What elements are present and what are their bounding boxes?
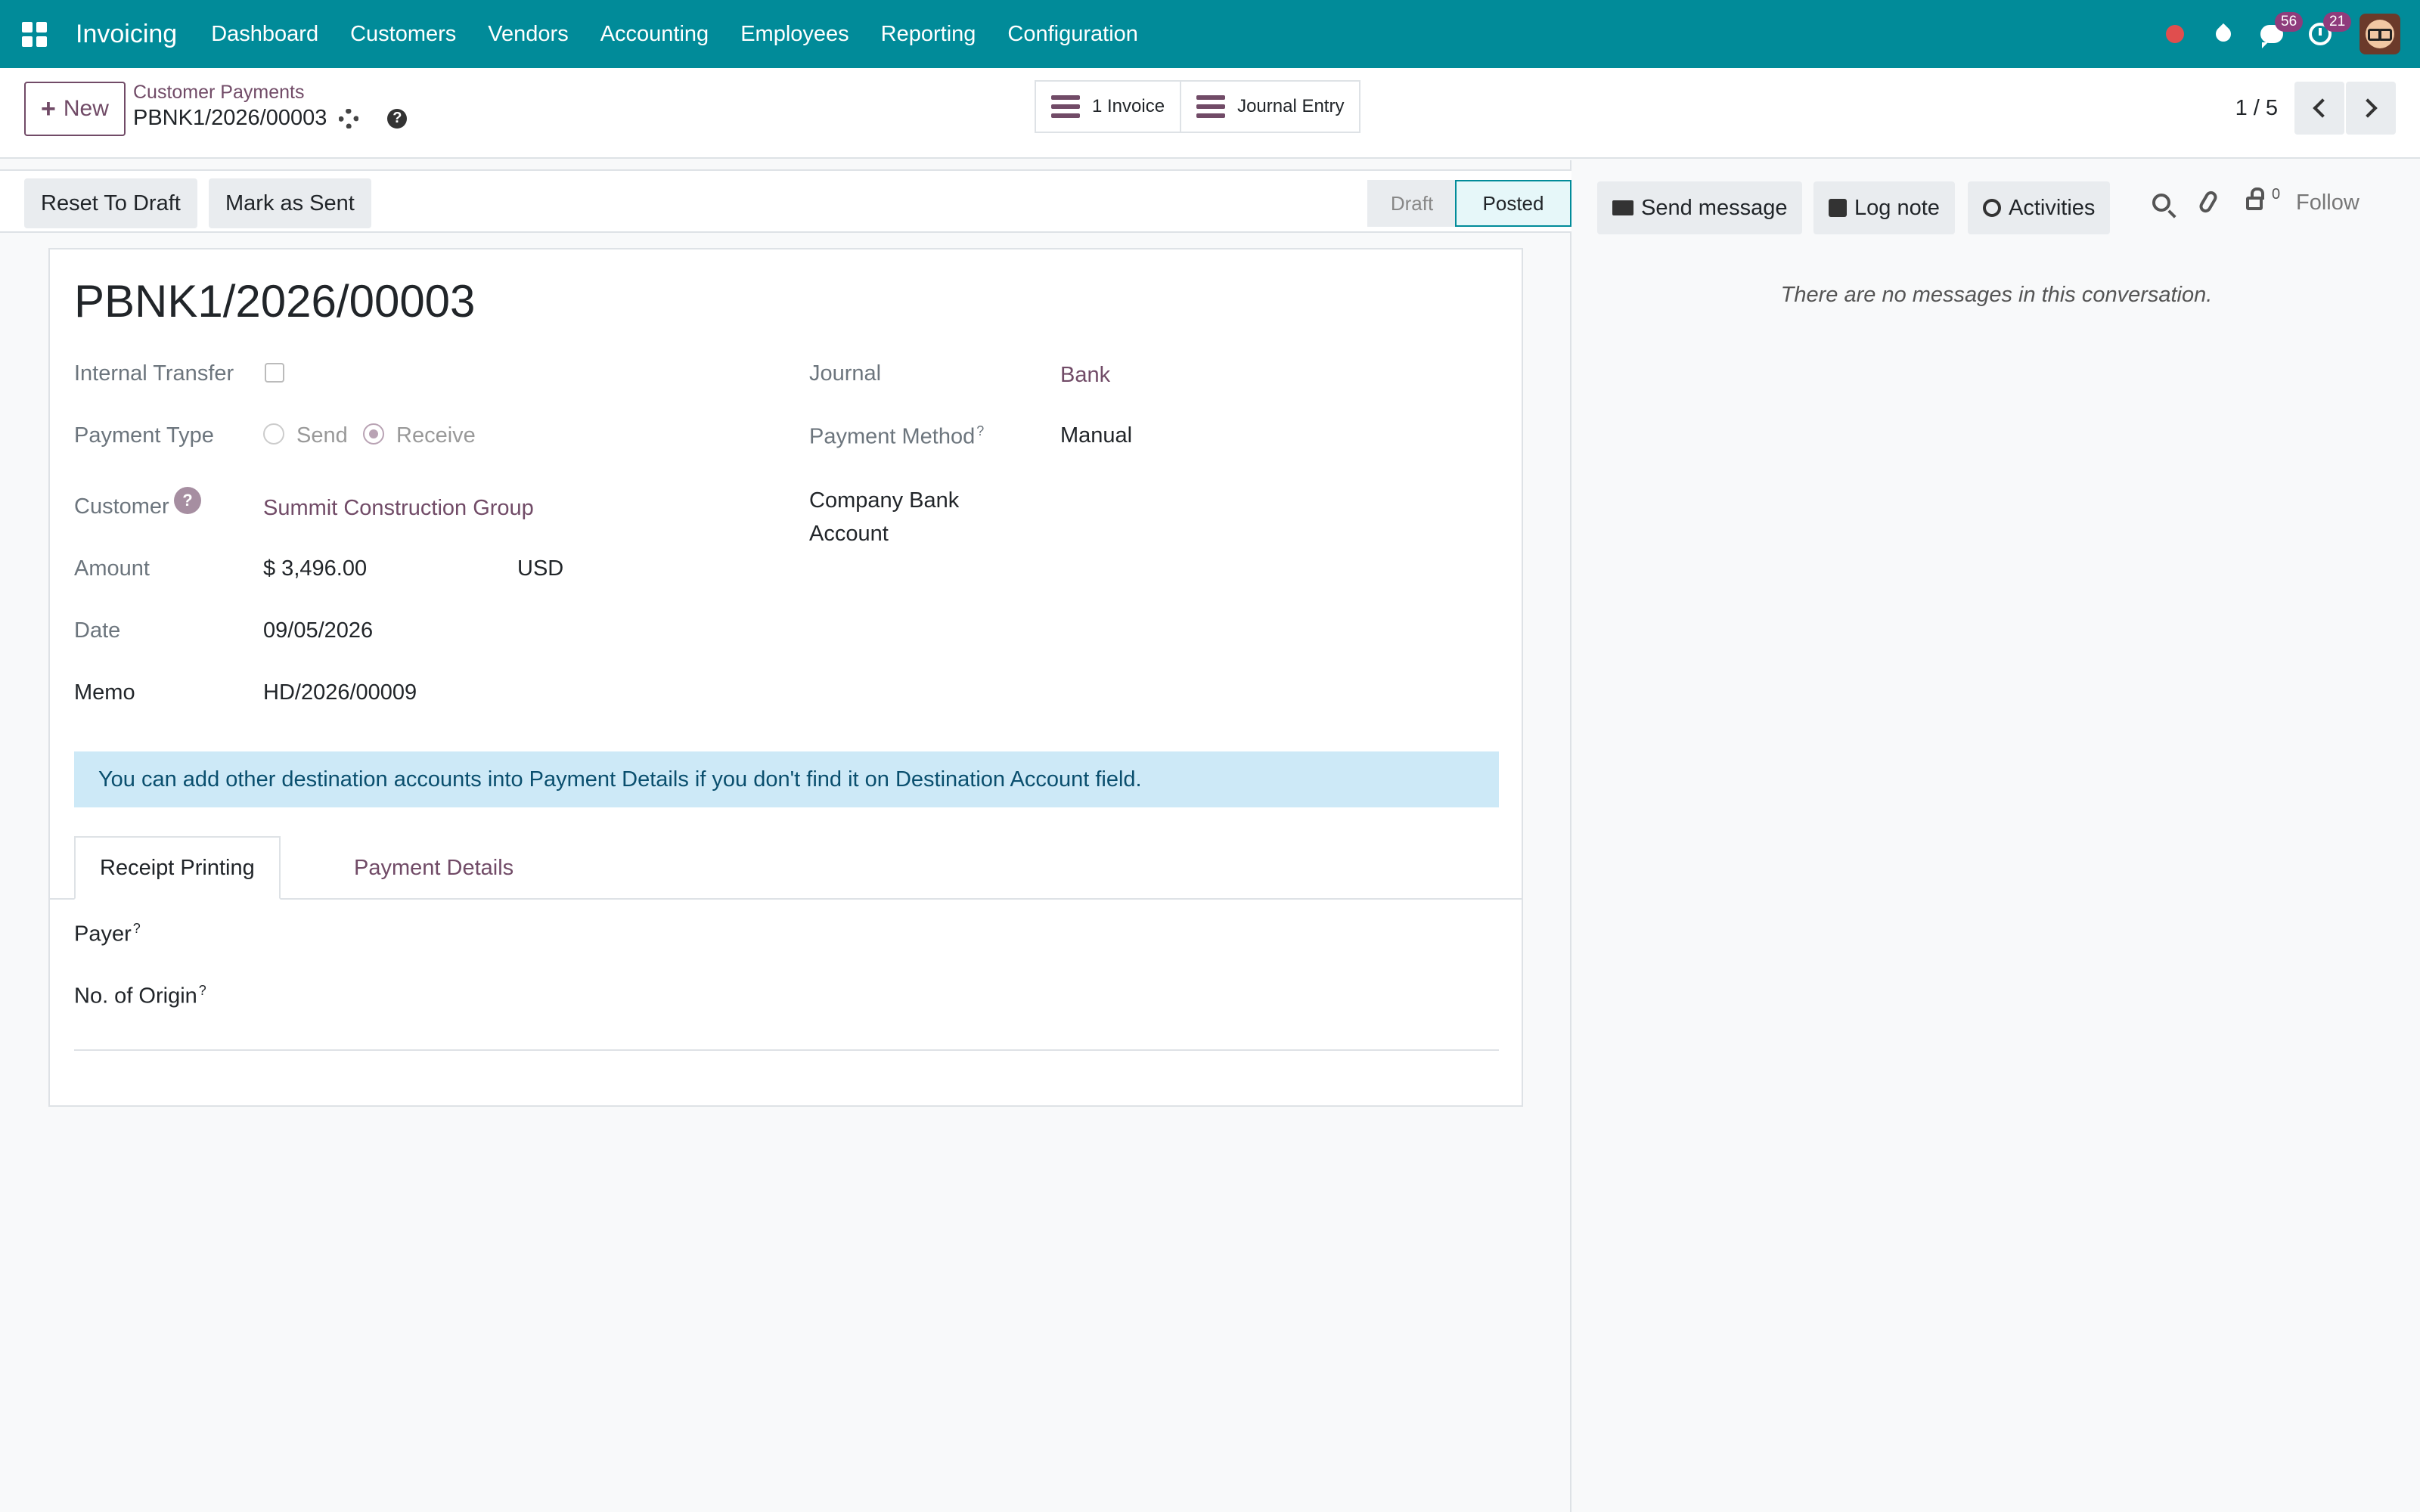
- chatter: Send message Log note Activities 0 Follo…: [1573, 160, 2420, 1512]
- attachments-button[interactable]: [2197, 189, 2220, 215]
- tab-receipt-printing[interactable]: Receipt Printing: [74, 836, 281, 900]
- origin-number-label: No. of Origin?: [74, 983, 206, 1009]
- followers-count: 0: [2272, 186, 2281, 203]
- gear-icon[interactable]: [339, 108, 359, 129]
- journal-label: Journal: [809, 361, 882, 386]
- note-icon: [1829, 199, 1847, 217]
- form-sheet: PBNK1/2026/00003 Internal Transfer Payme…: [48, 248, 1523, 1107]
- follow-button[interactable]: Follow: [2296, 191, 2360, 215]
- lock-icon: [2246, 187, 2264, 210]
- company-bank-account-label: Company Bank Account: [809, 488, 960, 546]
- pager-next-button[interactable]: [2346, 82, 2396, 135]
- journal-field[interactable]: Bank: [1060, 363, 1110, 388]
- record-title: PBNK1/2026/00003: [74, 276, 476, 327]
- new-button-label: New: [63, 96, 109, 121]
- internal-transfer-checkbox[interactable]: [265, 363, 284, 383]
- payment-type-label: Payment Type: [74, 423, 214, 448]
- memo-label: Memo: [74, 680, 135, 705]
- send-message-label: Send message: [1641, 195, 1788, 220]
- avatar[interactable]: [2360, 14, 2400, 54]
- pager-value[interactable]: 1 / 5: [2235, 96, 2278, 121]
- send-message-button[interactable]: Send message: [1597, 181, 1803, 234]
- menu-employees[interactable]: Employees: [724, 22, 864, 47]
- payment-method-label: Payment Method?: [809, 423, 985, 449]
- info-alert: You can add other destination accounts i…: [74, 751, 1499, 807]
- reset-to-draft-button[interactable]: Reset To Draft: [24, 178, 197, 228]
- date-label: Date: [74, 618, 121, 643]
- notebook-tabs: Receipt Printing Payment Details: [50, 836, 1522, 900]
- payer-label: Payer?: [74, 921, 141, 947]
- drop-icon[interactable]: [2199, 0, 2248, 68]
- search-messages-button[interactable]: [2152, 194, 2170, 212]
- stage-draft[interactable]: Draft: [1367, 180, 1457, 227]
- activity-clock-icon: [1983, 199, 2001, 217]
- pager-previous-button[interactable]: [2294, 82, 2344, 135]
- smart-buttons: 1 Invoice Journal Entry: [1035, 80, 1361, 133]
- systray: 56 21: [2151, 0, 2420, 68]
- invoice-smart-label: 1 Invoice: [1092, 96, 1165, 116]
- breadcrumb-current: PBNK1/2026/00003: [133, 106, 327, 130]
- new-button[interactable]: + New: [24, 82, 126, 136]
- payment-method-field[interactable]: Manual: [1060, 423, 1132, 448]
- menu-configuration[interactable]: Configuration: [991, 22, 1154, 47]
- menu-dashboard[interactable]: Dashboard: [195, 22, 334, 47]
- menu-reporting[interactable]: Reporting: [865, 22, 992, 47]
- log-note-button[interactable]: Log note: [1813, 181, 1955, 234]
- activities-badge: 21: [2323, 12, 2352, 32]
- pager: 1 / 5: [2235, 82, 2396, 135]
- breadcrumb-parent[interactable]: Customer Payments: [133, 82, 304, 104]
- stage-posted[interactable]: Posted: [1455, 180, 1571, 227]
- search-icon: [2152, 194, 2170, 212]
- statusbar: Reset To Draft Mark as Sent Draft Posted: [0, 169, 1571, 233]
- envelope-icon: [1612, 200, 1634, 215]
- top-navbar: Invoicing Dashboard Customers Vendors Ac…: [0, 0, 2420, 68]
- journal-entry-smart-button[interactable]: Journal Entry: [1181, 80, 1361, 133]
- payment-type-send-radio[interactable]: [263, 423, 284, 445]
- menu-vendors[interactable]: Vendors: [472, 22, 584, 47]
- chevron-left-icon: [2313, 98, 2332, 118]
- mark-as-sent-button[interactable]: Mark as Sent: [209, 178, 371, 228]
- chat-icon[interactable]: 56: [2248, 0, 2304, 68]
- customer-help-icon[interactable]: ?: [174, 487, 201, 514]
- apps-grid-icon[interactable]: [0, 0, 68, 68]
- control-panel: + New Customer Payments PBNK1/2026/00003…: [0, 68, 2420, 159]
- divider: [74, 1049, 1499, 1051]
- help-icon[interactable]: ?: [387, 108, 408, 129]
- date-field[interactable]: 09/05/2026: [263, 618, 373, 643]
- followers-button[interactable]: [2246, 187, 2264, 210]
- invoice-smart-button[interactable]: 1 Invoice: [1035, 80, 1182, 133]
- record-icon[interactable]: [2151, 0, 2199, 68]
- payment-type-receive-label: Receive: [396, 423, 476, 448]
- internal-transfer-label: Internal Transfer: [74, 361, 234, 386]
- tab-payment-details[interactable]: Payment Details: [330, 836, 538, 900]
- clock-icon[interactable]: 21: [2296, 0, 2352, 68]
- payment-type-receive-radio[interactable]: [363, 423, 384, 445]
- amount-label: Amount: [74, 556, 150, 581]
- menu-accounting[interactable]: Accounting: [585, 22, 725, 47]
- paperclip-icon: [2197, 189, 2220, 215]
- currency-field[interactable]: USD: [517, 556, 563, 581]
- plus-icon: +: [41, 94, 56, 123]
- breadcrumb: PBNK1/2026/00003 ?: [133, 106, 408, 131]
- payment-type-send-label: Send: [296, 423, 348, 448]
- memo-field[interactable]: HD/2026/00009: [263, 680, 417, 705]
- log-note-label: Log note: [1854, 195, 1940, 220]
- activities-button[interactable]: Activities: [1968, 181, 2111, 234]
- journal-entry-smart-label: Journal Entry: [1237, 96, 1345, 116]
- list-icon: [1196, 95, 1226, 118]
- form-view: Reset To Draft Mark as Sent Draft Posted…: [0, 160, 1571, 1512]
- activities-label: Activities: [2009, 195, 2096, 220]
- app-title[interactable]: Invoicing: [76, 20, 177, 49]
- empty-conversation-message: There are no messages in this conversati…: [1780, 283, 2213, 307]
- chevron-right-icon: [2358, 98, 2378, 118]
- menu-customers[interactable]: Customers: [334, 22, 472, 47]
- list-icon: [1051, 95, 1080, 118]
- customer-field[interactable]: Summit Construction Group: [263, 496, 534, 521]
- amount-field[interactable]: $ 3,496.00: [263, 556, 367, 581]
- customer-label: Customer: [74, 494, 169, 519]
